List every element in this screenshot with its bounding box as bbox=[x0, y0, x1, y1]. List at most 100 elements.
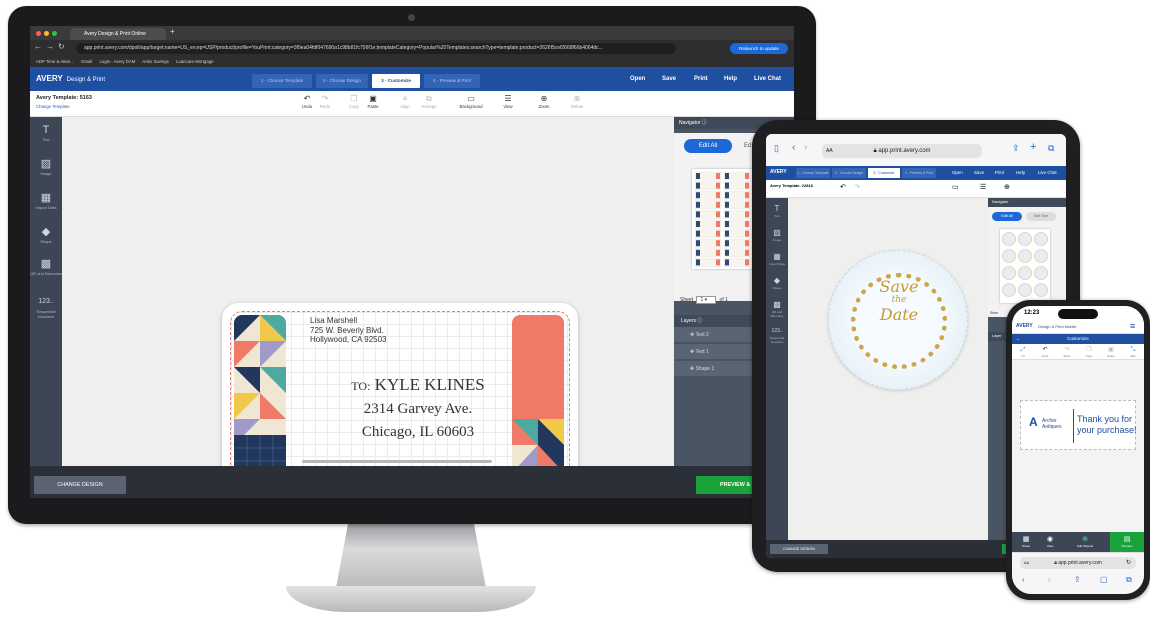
sidebar-item-shape[interactable]: ◆ Shape bbox=[766, 276, 788, 290]
share-icon[interactable]: ⇪ bbox=[1012, 143, 1020, 154]
sheet-thumbnail[interactable] bbox=[692, 169, 752, 269]
add-objects-button[interactable]: ⊕ Add Objects bbox=[1070, 535, 1100, 548]
info-icon[interactable]: ⓘ bbox=[702, 120, 707, 126]
bookmark-item[interactable]: Loancare-Mortgage bbox=[176, 59, 214, 64]
arrange-button[interactable]: ⧉ Arrange bbox=[418, 94, 440, 109]
preview-button[interactable]: ▤ Preview bbox=[1110, 532, 1144, 552]
new-tab-icon[interactable]: + bbox=[170, 27, 175, 36]
new-tab-icon[interactable]: + bbox=[1030, 141, 1036, 153]
align-button[interactable]: ≡ Align bbox=[394, 94, 416, 109]
save-the-date-label[interactable]: Save the Date bbox=[828, 250, 968, 390]
bookmark-item[interactable]: Login - Avery DAM bbox=[100, 59, 136, 64]
edit-one-button[interactable]: Ed bbox=[744, 143, 751, 149]
sidebar-item-shape[interactable]: ◆ Shape bbox=[30, 225, 62, 244]
step-customize[interactable]: 3 - Customize bbox=[868, 168, 900, 178]
tabs-icon[interactable]: ⧉ bbox=[1126, 575, 1132, 585]
sidebar-icon[interactable]: ▯ bbox=[774, 143, 779, 154]
ipad-design-canvas[interactable]: Save the Date bbox=[788, 198, 988, 540]
ipad-address-bar[interactable]: AA 🔒︎ app.print.avery.com bbox=[822, 144, 982, 158]
info-icon[interactable]: ⓘ bbox=[697, 318, 702, 324]
geometric-art-left[interactable] bbox=[234, 315, 286, 473]
zoom-icon[interactable]: ⊕ bbox=[1004, 183, 1010, 191]
reload-icon[interactable]: ↻ bbox=[58, 42, 65, 51]
forward-icon[interactable]: → bbox=[46, 42, 54, 51]
sidebar-item-import-data[interactable]: ▦ Import Data bbox=[30, 191, 62, 210]
redo-button[interactable]: ↷ Redo bbox=[1058, 346, 1076, 358]
sheet-button[interactable]: ▦ Sheet bbox=[1016, 535, 1036, 548]
edit-all-button[interactable]: Edit All bbox=[684, 139, 732, 153]
step-preview-print[interactable]: 4 - Preview & Print bbox=[902, 168, 936, 178]
horizontal-scrollbar[interactable] bbox=[302, 460, 492, 463]
paste-button[interactable]: ▣ Paste bbox=[1102, 346, 1120, 358]
nav-help[interactable]: Help bbox=[724, 74, 737, 84]
sheet-thumbnail[interactable] bbox=[1000, 229, 1050, 303]
nav-print[interactable]: Print bbox=[694, 74, 708, 84]
tabs-icon[interactable]: ⧉ bbox=[1048, 143, 1054, 154]
sidebar-item-sequential-numbers[interactable]: 123.. Sequential Numbers bbox=[766, 326, 788, 344]
redo-icon[interactable]: ↷ bbox=[854, 183, 860, 191]
avery-logo[interactable]: AVERY bbox=[770, 169, 787, 175]
view-button[interactable]: ◉ View bbox=[1040, 535, 1060, 548]
iphone-address-bar[interactable]: AA 🔒︎ app.print.avery.com ↻ bbox=[1020, 557, 1136, 569]
text-size-button[interactable]: AA bbox=[826, 144, 833, 158]
view-icon[interactable]: ☰ bbox=[980, 183, 986, 191]
avery-logo[interactable]: AVERY Design & Print bbox=[36, 74, 105, 83]
bookmarks-icon[interactable]: ▢ bbox=[1100, 575, 1108, 584]
close-window-icon[interactable] bbox=[36, 31, 41, 36]
background-icon[interactable]: ▭ bbox=[952, 183, 959, 191]
nav-print[interactable]: Print bbox=[995, 170, 1004, 175]
step-choose-design[interactable]: 2 - Choose Design bbox=[316, 74, 368, 88]
browser-tab[interactable]: Avery Design & Print Online bbox=[70, 28, 166, 40]
address-bar[interactable]: app.print.avery.com/dpoll/app/target;nam… bbox=[76, 43, 676, 54]
thank-you-label[interactable]: A Archer Antiques Thank you for your pur… bbox=[1020, 400, 1137, 450]
share-icon[interactable]: ⇪ bbox=[1074, 575, 1081, 584]
menu-icon[interactable]: ≡ bbox=[1130, 321, 1135, 331]
forward-icon[interactable]: › bbox=[804, 142, 807, 153]
sidebar-item-sequential-numbers[interactable]: 123.. Sequential Numbers bbox=[30, 295, 62, 319]
paste-button[interactable]: ▣ Paste bbox=[362, 94, 384, 109]
edit-one-button[interactable]: Edit One bbox=[1026, 212, 1056, 221]
recipient-address[interactable]: TO: KYLE KLINES 2314 Garvey Ave. Chicago… bbox=[318, 373, 518, 444]
edit-button[interactable]: ⤡ Edit bbox=[1124, 346, 1142, 358]
step-choose-template[interactable]: 1 - Choose Template bbox=[252, 74, 312, 88]
geometric-art-right[interactable] bbox=[512, 315, 564, 473]
sidebar-item-import-data[interactable]: ▦ Import Data bbox=[766, 252, 788, 266]
change-template-link[interactable]: Change Template bbox=[36, 104, 70, 109]
sidebar-item-qr-barcodes[interactable]: ▩ QR and Barcodes bbox=[766, 300, 788, 318]
relaunch-button[interactable]: Relaunch to update bbox=[730, 43, 788, 54]
step-customize[interactable]: 3 - Customize bbox=[372, 74, 420, 88]
nav-live-chat[interactable]: Live Chat bbox=[754, 74, 781, 84]
sheet-dropdown[interactable]: 1 ▾ bbox=[696, 296, 717, 304]
text-size-button[interactable]: AA bbox=[1024, 557, 1029, 569]
return-address[interactable]: Lisa Marshell 725 W. Beverly Blvd. Holly… bbox=[310, 316, 387, 345]
bookmark-item[interactable]: Artex Savings bbox=[142, 59, 169, 64]
back-icon[interactable]: ‹ bbox=[1022, 575, 1025, 584]
back-icon[interactable]: ‹ bbox=[792, 142, 795, 153]
view-button[interactable]: ☰ View bbox=[497, 94, 519, 109]
sheet-selector[interactable]: Shee bbox=[990, 311, 998, 315]
forward-icon[interactable]: › bbox=[1048, 575, 1051, 584]
back-arrow-icon[interactable]: ← bbox=[1016, 334, 1021, 344]
edit-all-button[interactable]: Edit All bbox=[992, 212, 1022, 221]
step-choose-template[interactable]: 1 - Choose Template bbox=[796, 168, 830, 178]
reload-icon[interactable]: ↻ bbox=[1126, 557, 1131, 569]
background-button[interactable]: ▭ Background bbox=[456, 94, 486, 109]
sidebar-item-image[interactable]: ▨ Image bbox=[766, 228, 788, 242]
nav-live-chat[interactable]: Live Chat bbox=[1038, 170, 1057, 175]
avery-logo[interactable]: AVERY bbox=[1016, 323, 1033, 329]
bookmark-item[interactable]: ADP Time & Atten... bbox=[36, 59, 74, 64]
nav-open[interactable]: Open bbox=[952, 170, 963, 175]
nav-save[interactable]: Save bbox=[974, 170, 984, 175]
address-label[interactable]: Lisa Marshell 725 W. Beverly Blvd. Holly… bbox=[222, 303, 578, 485]
back-icon[interactable]: ← bbox=[34, 42, 42, 51]
copy-button[interactable]: ❐ Copy bbox=[1080, 346, 1098, 358]
nav-help[interactable]: Help bbox=[1016, 170, 1025, 175]
redo-button[interactable]: ↷ Redo bbox=[314, 94, 336, 109]
bookmark-item[interactable]: Gmail bbox=[81, 59, 92, 64]
sidebar-item-qr-barcodes[interactable]: ▩ QR and Barcodes bbox=[30, 257, 62, 276]
undo-button[interactable]: ↶ Undo bbox=[1036, 346, 1054, 358]
sidebar-item-text[interactable]: T Text bbox=[766, 204, 788, 218]
step-preview-print[interactable]: 4 - Preview & Print bbox=[424, 74, 480, 88]
minimize-window-icon[interactable] bbox=[44, 31, 49, 36]
maximize-window-icon[interactable] bbox=[52, 31, 57, 36]
